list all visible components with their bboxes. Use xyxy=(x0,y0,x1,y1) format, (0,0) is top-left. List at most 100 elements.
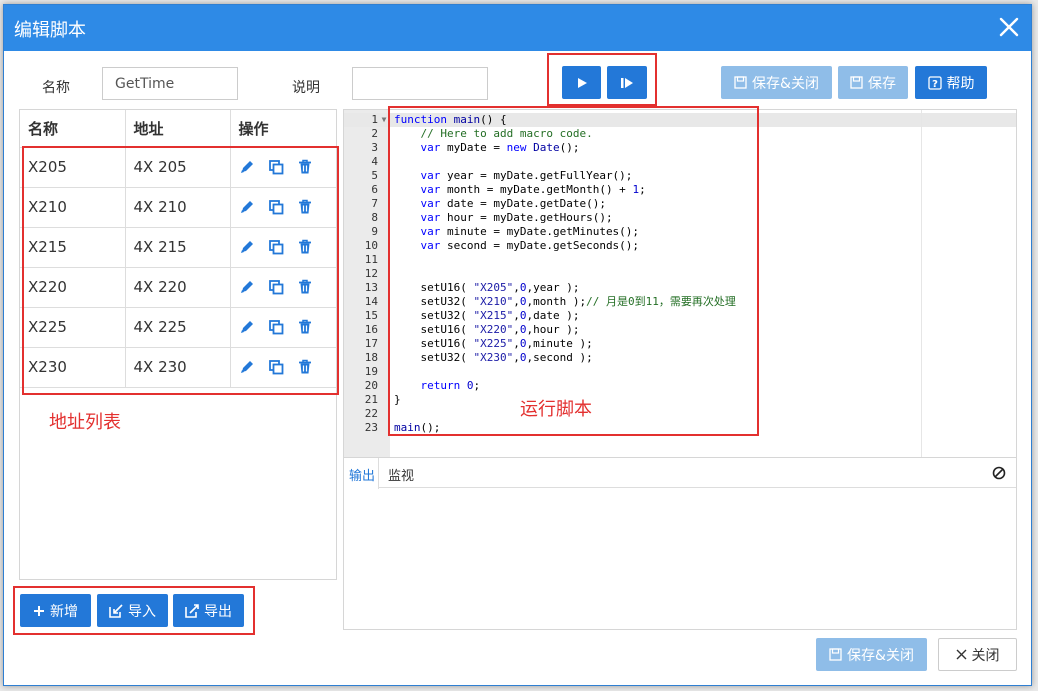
line-number: 11 xyxy=(364,253,378,266)
clear-icon[interactable] xyxy=(992,466,1006,484)
code-text: var date = myDate.getDate(); xyxy=(420,197,606,210)
name-input[interactable] xyxy=(102,67,238,100)
code-line[interactable]: 9 var minute = myDate.getMinutes(); xyxy=(344,225,736,239)
code-line[interactable]: 1 ▼ function main() { xyxy=(344,113,736,127)
footer-close-button[interactable]: 关闭 xyxy=(938,638,1017,671)
description-label: 说明 xyxy=(292,80,320,96)
line-number: 8 xyxy=(371,211,378,224)
edit-icon[interactable] xyxy=(239,239,255,255)
edit-icon[interactable] xyxy=(239,159,255,175)
code-editor[interactable]: 1 ▼ function main() {2 // Here to add macr… xyxy=(343,109,1017,458)
line-number: 9 xyxy=(371,225,378,238)
code-line[interactable]: 13 setU16( "X205",0,year ); xyxy=(344,281,736,295)
line-number: 14 xyxy=(364,295,378,308)
line-number: 20 xyxy=(364,379,378,392)
description-input[interactable] xyxy=(352,67,488,100)
export-label: 导出 xyxy=(204,603,232,620)
copy-icon[interactable] xyxy=(268,199,284,215)
code-line[interactable]: 17 setU16( "X225",0,minute ); xyxy=(344,337,736,351)
cell-address: 4X 210 xyxy=(124,186,231,228)
line-number: 16 xyxy=(364,323,378,336)
svg-text:?: ? xyxy=(932,79,938,90)
cell-address: 4X 220 xyxy=(124,266,231,308)
code-text: setU32( "X230",0,second ); xyxy=(394,351,593,364)
copy-icon[interactable] xyxy=(268,279,284,295)
code-text: main(); xyxy=(394,421,441,434)
line-number: 7 xyxy=(371,197,378,210)
code-line[interactable]: 16 setU16( "X220",0,hour ); xyxy=(344,323,736,337)
code-line[interactable]: 10 var second = myDate.getSeconds(); xyxy=(344,239,736,253)
code-line[interactable]: 6 var month = myDate.getMonth() + 1; xyxy=(344,183,736,197)
table-row[interactable]: X225 4X 225 xyxy=(20,306,336,348)
code-text: setU32( "X215",0,date ); xyxy=(394,309,580,322)
dialog-titlebar: 编辑脚本 xyxy=(4,5,1031,51)
delete-icon[interactable] xyxy=(297,159,313,175)
footer-close-label: 关闭 xyxy=(971,647,1000,664)
add-button[interactable]: 新增 xyxy=(20,594,91,627)
edit-icon[interactable] xyxy=(239,199,255,215)
export-button[interactable]: 导出 xyxy=(173,594,244,627)
table-row[interactable]: X205 4X 205 xyxy=(20,146,336,188)
code-line[interactable]: 15 setU32( "X215",0,date ); xyxy=(344,309,736,323)
print-margin xyxy=(921,110,922,457)
code-line[interactable]: 19 xyxy=(344,365,736,379)
code-line[interactable]: 14 setU32( "X210",0,month );// 月是0到11，需要… xyxy=(344,295,736,309)
copy-icon[interactable] xyxy=(268,159,284,175)
save-button[interactable]: 保存 xyxy=(838,66,908,99)
delete-icon[interactable] xyxy=(297,199,313,215)
edit-icon[interactable] xyxy=(239,359,255,375)
cell-actions xyxy=(229,186,336,228)
delete-icon[interactable] xyxy=(297,239,313,255)
copy-icon[interactable] xyxy=(268,319,284,335)
save-close-label: 保存&关闭 xyxy=(752,75,819,92)
table-row[interactable]: X220 4X 220 xyxy=(20,266,336,308)
code-line[interactable]: 7 var date = myDate.getDate(); xyxy=(344,197,736,211)
copy-icon[interactable] xyxy=(268,239,284,255)
table-row[interactable]: X215 4X 215 xyxy=(20,226,336,268)
delete-icon[interactable] xyxy=(297,359,313,375)
save-close-button[interactable]: 保存&关闭 xyxy=(721,66,832,99)
step-run-button[interactable] xyxy=(607,66,647,99)
fold-arrow-icon[interactable]: ▼ xyxy=(378,113,390,127)
cell-name: X220 xyxy=(20,266,126,308)
copy-icon[interactable] xyxy=(268,359,284,375)
code-line[interactable]: 5 var year = myDate.getFullYear(); xyxy=(344,169,736,183)
code-line[interactable]: 23 main(); xyxy=(344,421,736,435)
help-button[interactable]: ? 帮助 xyxy=(915,66,987,99)
delete-icon[interactable] xyxy=(297,319,313,335)
code-line[interactable]: 18 setU32( "X230",0,second ); xyxy=(344,351,736,365)
code-line[interactable]: 2 // Here to add macro code. xyxy=(344,127,736,141)
table-row[interactable]: X210 4X 210 xyxy=(20,186,336,228)
save-icon xyxy=(850,76,863,89)
tab-output[interactable]: 输出 xyxy=(349,465,375,484)
run-button[interactable] xyxy=(562,66,601,99)
delete-icon[interactable] xyxy=(297,279,313,295)
edit-icon[interactable] xyxy=(239,279,255,295)
line-number: 19 xyxy=(364,365,378,378)
import-button[interactable]: 导入 xyxy=(97,594,168,627)
play-icon xyxy=(576,77,588,89)
line-number: 13 xyxy=(364,281,378,294)
table-row[interactable]: X230 4X 230 xyxy=(20,346,336,388)
code-line[interactable]: 11 xyxy=(344,253,736,267)
code-text: setU16( "X220",0,hour ); xyxy=(394,323,580,336)
tab-watch[interactable]: 监视 xyxy=(388,465,414,484)
code-content[interactable]: 1 ▼ function main() {2 // Here to add macr… xyxy=(344,113,736,435)
code-line[interactable]: 20 return 0; xyxy=(344,379,736,393)
code-line[interactable]: 8 var hour = myDate.getHours(); xyxy=(344,211,736,225)
code-line[interactable]: 4 xyxy=(344,155,736,169)
edit-icon[interactable] xyxy=(239,319,255,335)
cell-address: 4X 225 xyxy=(124,306,231,348)
code-text: setU16( "X225",0,minute ); xyxy=(394,337,593,350)
close-icon[interactable] xyxy=(995,13,1023,41)
code-line[interactable]: 12 xyxy=(344,267,736,281)
code-line[interactable]: 3 var myDate = new Date(); xyxy=(344,141,736,155)
footer-save-close-button[interactable]: 保存&关闭 xyxy=(816,638,927,671)
